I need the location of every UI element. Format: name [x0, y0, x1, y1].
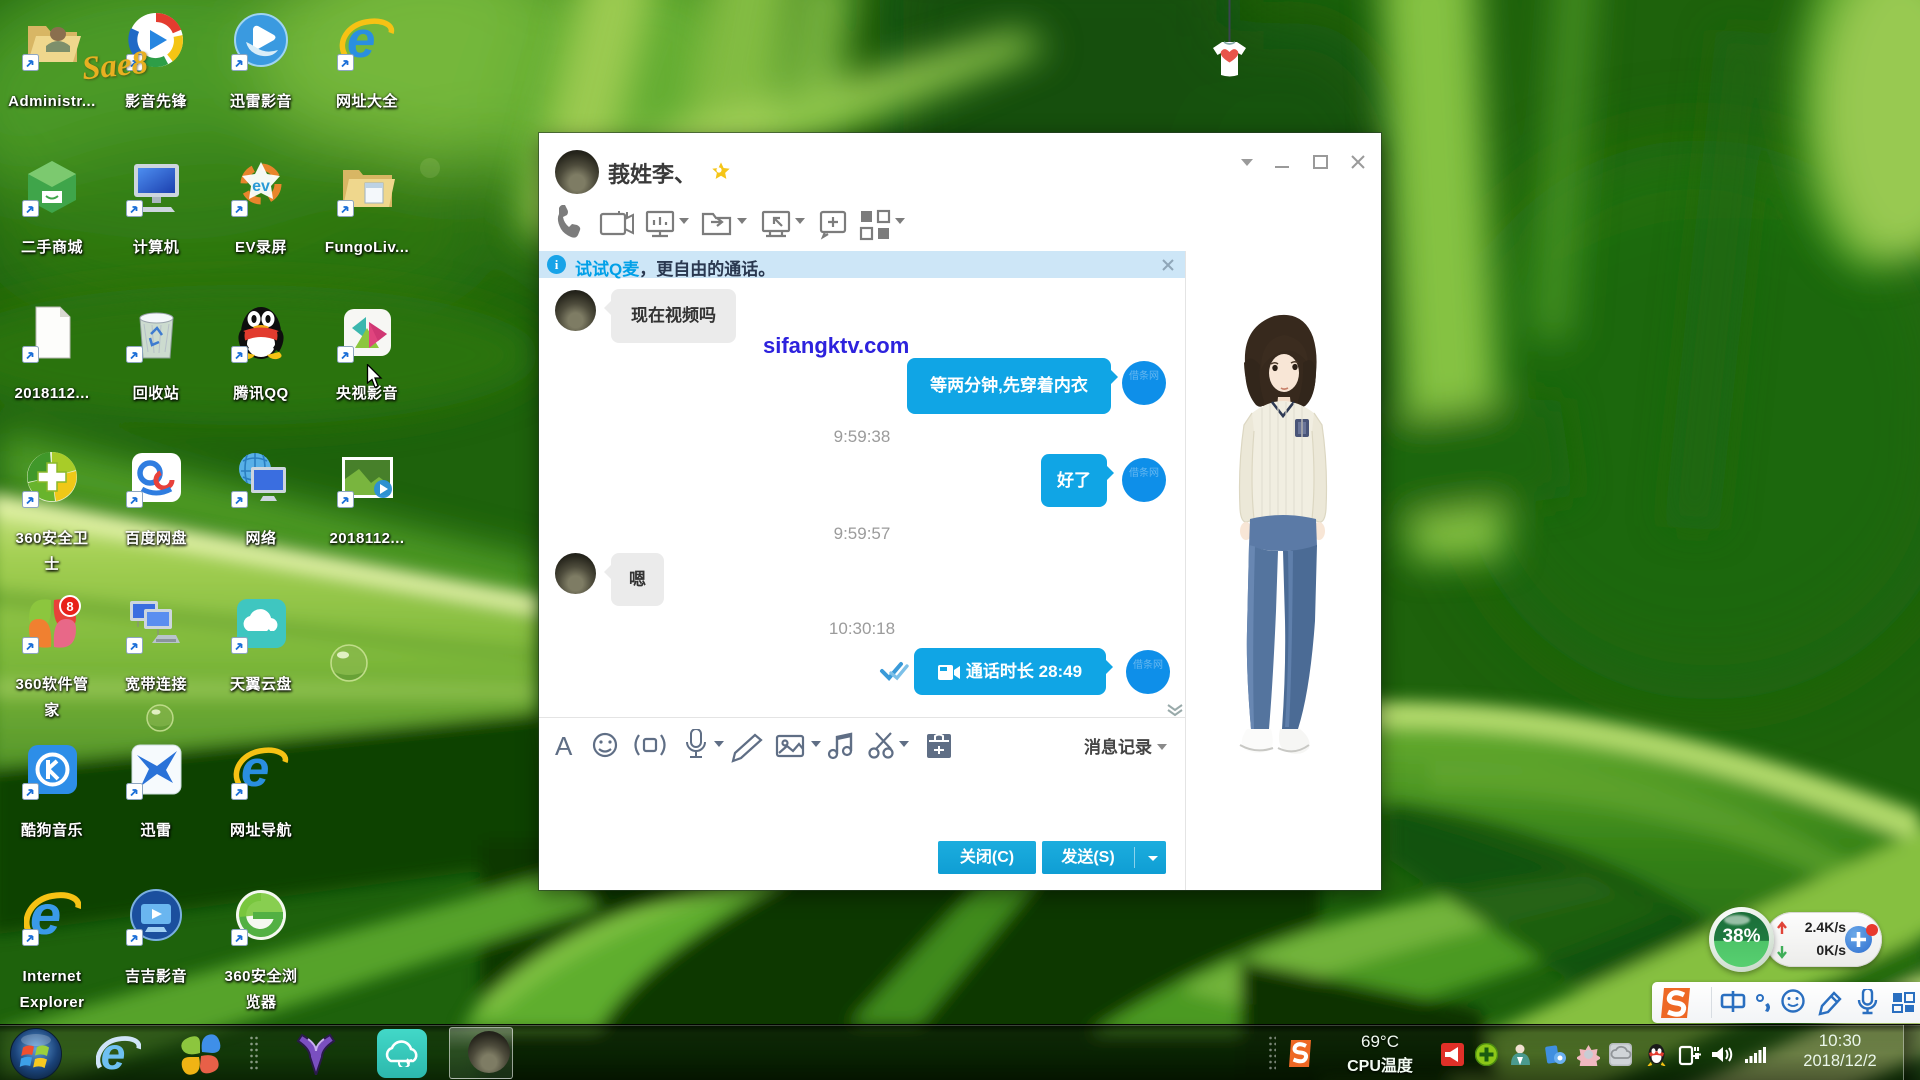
- svg-text:ev: ev: [252, 178, 270, 195]
- svg-text:i: i: [555, 257, 559, 272]
- svg-text:A: A: [555, 731, 573, 761]
- svg-text:8: 8: [66, 599, 73, 614]
- svg-text:消息记录: 消息记录: [1084, 737, 1152, 757]
